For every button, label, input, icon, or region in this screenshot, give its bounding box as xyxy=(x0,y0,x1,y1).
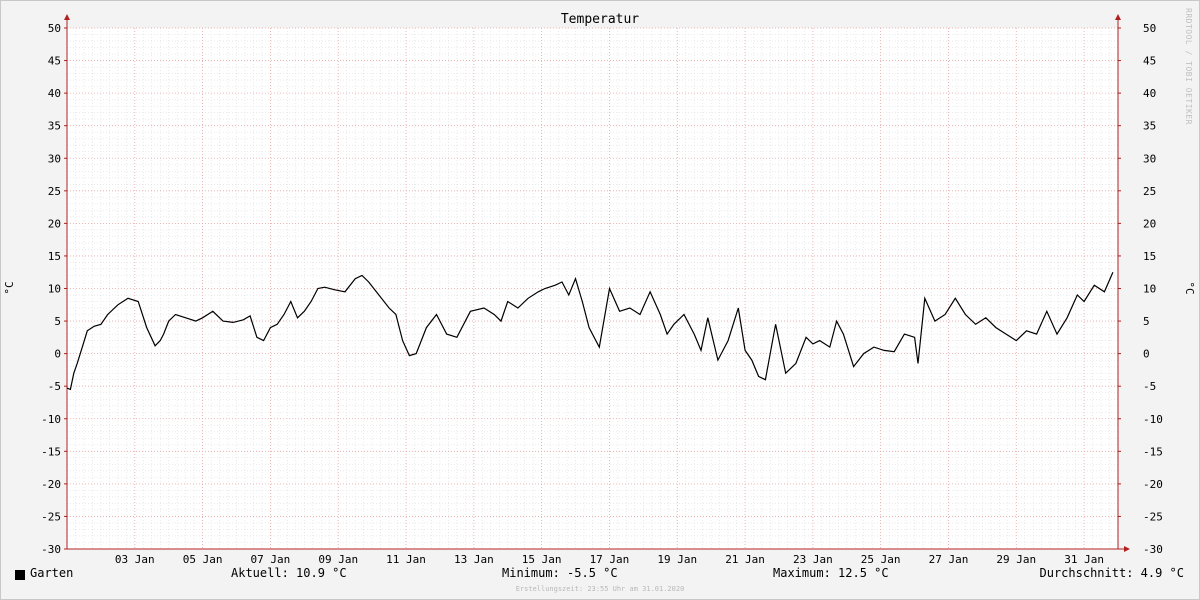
footer-note: Erstellungszeit: 23:55 Uhr am 31.01.2020 xyxy=(515,585,685,593)
y-tick-labels-left: 50454035302520151050-5-10-15-20-25-30 xyxy=(41,22,61,556)
y-tick-label-right: -15 xyxy=(1143,445,1163,458)
y-tick-label-left: -10 xyxy=(41,413,61,426)
y-tick-label-left: -20 xyxy=(41,478,61,491)
y-tick-label-right: 45 xyxy=(1143,55,1156,68)
x-tick-label: 07 Jan xyxy=(251,553,291,566)
x-tick-label: 11 Jan xyxy=(386,553,426,566)
y-tick-label-left: -25 xyxy=(41,510,61,523)
y-axis-arrow-left xyxy=(64,14,70,20)
y-tick-label-right: 30 xyxy=(1143,152,1156,165)
temperature-chart: 50454035302520151050-5-10-15-20-25-30 50… xyxy=(3,12,1196,566)
y-tick-label-right: 40 xyxy=(1143,87,1156,100)
y-tick-labels-right: 50454035302520151050-5-10-15-20-25-30 xyxy=(1143,22,1163,556)
x-tick-label: 05 Jan xyxy=(183,553,223,566)
x-tick-label: 13 Jan xyxy=(454,553,494,566)
y-tick-label-left: 30 xyxy=(48,152,61,165)
x-tick-label: 19 Jan xyxy=(657,553,697,566)
y-tick-label-right: 0 xyxy=(1143,348,1150,361)
x-tick-label: 29 Jan xyxy=(996,553,1036,566)
x-tick-label: 27 Jan xyxy=(929,553,969,566)
y-tick-label-left: 25 xyxy=(48,185,61,198)
y-tick-label-left: -15 xyxy=(41,445,61,458)
y-tick-label-right: -10 xyxy=(1143,413,1163,426)
y-tick-label-left: -5 xyxy=(48,380,61,393)
legend-swatch xyxy=(15,570,25,580)
y-tick-label-right: -5 xyxy=(1143,380,1156,393)
stat-maximum: Maximum: 12.5 °C xyxy=(773,566,889,580)
y-axis-arrow-right xyxy=(1115,14,1121,20)
y-tick-label-right: 50 xyxy=(1143,22,1156,35)
y-axis-label-left: °C xyxy=(3,281,16,294)
y-tick-label-left: 45 xyxy=(48,55,61,68)
chart-title: Temperatur xyxy=(561,12,639,27)
x-tick-label: 03 Jan xyxy=(115,553,155,566)
x-tick-label: 17 Jan xyxy=(590,553,630,566)
x-tick-label: 31 Jan xyxy=(1064,553,1104,566)
x-tick-label: 15 Jan xyxy=(522,553,562,566)
y-tick-label-left: 20 xyxy=(48,217,61,230)
y-tick-label-left: 50 xyxy=(48,22,61,35)
y-tick-label-right: 15 xyxy=(1143,250,1156,263)
x-tick-label: 21 Jan xyxy=(725,553,765,566)
watermark: RRDTOOL / TOBI OETIKER xyxy=(1184,8,1193,125)
y-tick-label-left: 5 xyxy=(54,315,61,328)
y-tick-label-left: 10 xyxy=(48,283,61,296)
stat-minimum: Minimum: -5.5 °C xyxy=(502,566,618,580)
y-tick-label-left: 40 xyxy=(48,87,61,100)
x-tick-label: 09 Jan xyxy=(318,553,358,566)
y-tick-label-left: 0 xyxy=(54,348,61,361)
x-tick-label: 25 Jan xyxy=(861,553,901,566)
legend-label: Garten xyxy=(30,566,74,580)
stat-average: Durchschnitt: 4.9 °C xyxy=(1039,566,1185,580)
y-tick-label-left: -30 xyxy=(41,543,61,556)
y-tick-label-right: -30 xyxy=(1143,543,1163,556)
y-tick-label-right: 25 xyxy=(1143,185,1156,198)
y-tick-label-right: 35 xyxy=(1143,120,1156,133)
x-tick-label: 23 Jan xyxy=(793,553,833,566)
y-tick-label-right: 20 xyxy=(1143,217,1156,230)
y-tick-label-left: 15 xyxy=(48,250,61,263)
y-axis-label-right: °C xyxy=(1183,281,1196,294)
y-tick-label-right: 10 xyxy=(1143,283,1156,296)
y-tick-label-right: 5 xyxy=(1143,315,1150,328)
y-tick-label-right: -25 xyxy=(1143,510,1163,523)
stat-current: Aktuell: 10.9 °C xyxy=(231,566,347,580)
y-tick-label-right: -20 xyxy=(1143,478,1163,491)
y-tick-label-left: 35 xyxy=(48,120,61,133)
x-tick-labels: 03 Jan 05 Jan 07 Jan 09 Jan 11 Jan 13 Jan 15 J… xyxy=(115,553,1104,566)
x-axis-arrow xyxy=(1124,546,1130,552)
